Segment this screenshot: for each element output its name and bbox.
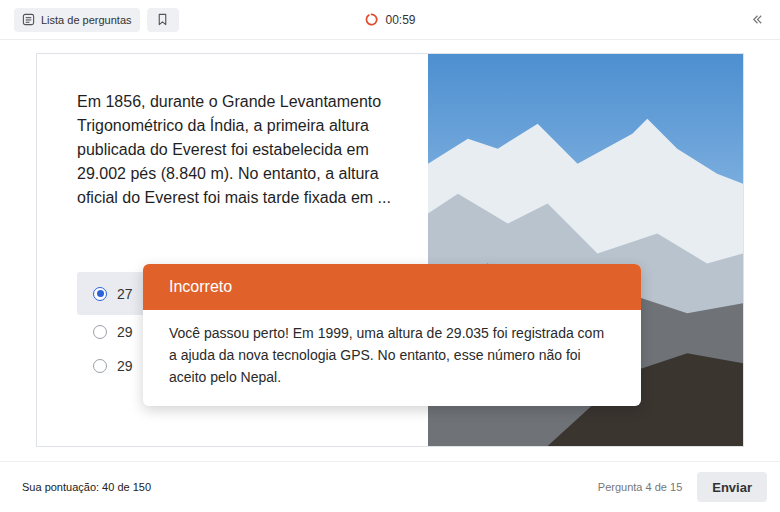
feedback-title: Incorreto xyxy=(169,278,232,296)
timer: 00:59 xyxy=(364,12,415,27)
radio-button[interactable] xyxy=(93,287,107,301)
option-label: 27 xyxy=(117,286,133,302)
submit-button[interactable]: Enviar xyxy=(697,472,767,502)
double-chevron-left-icon xyxy=(751,13,764,26)
collapse-button[interactable] xyxy=(749,11,766,28)
top-bar: Lista de perguntas 00:59 xyxy=(0,0,780,40)
radio-button[interactable] xyxy=(93,359,107,373)
bottom-bar: Sua pontuação: 40 de 150 Pergunta 4 de 15… xyxy=(0,461,780,512)
feedback-header: Incorreto xyxy=(143,264,641,310)
option-label: 29 xyxy=(117,358,133,374)
timer-value: 00:59 xyxy=(385,13,415,27)
progress-text: Pergunta 4 de 15 xyxy=(598,481,682,493)
radio-button[interactable] xyxy=(93,325,107,339)
questions-list-label: Lista de perguntas xyxy=(41,14,132,26)
questions-list-button[interactable]: Lista de perguntas xyxy=(14,8,140,32)
timer-icon xyxy=(364,12,379,27)
content-area: Em 1856, durante o Grande Levantamento T… xyxy=(0,40,780,461)
question-card: Em 1856, durante o Grande Levantamento T… xyxy=(36,53,744,447)
bookmark-icon xyxy=(156,13,169,26)
option-label: 29 xyxy=(117,324,133,340)
score-text: Sua pontuação: 40 de 150 xyxy=(22,481,151,493)
feedback-popup: Incorreto Você passou perto! Em 1999, uma… xyxy=(143,264,641,406)
feedback-body: Você passou perto! Em 1999, uma altura d… xyxy=(143,310,641,406)
quiz-page: Lista de perguntas 00:59 Em 1856, durante … xyxy=(0,0,780,512)
bookmark-button[interactable] xyxy=(147,8,179,32)
list-icon xyxy=(22,13,35,26)
question-text: Em 1856, durante o Grande Levantamento T… xyxy=(77,90,408,210)
radio-dot xyxy=(97,290,104,297)
feedback-message: Você passou perto! Em 1999, uma altura d… xyxy=(169,322,615,388)
